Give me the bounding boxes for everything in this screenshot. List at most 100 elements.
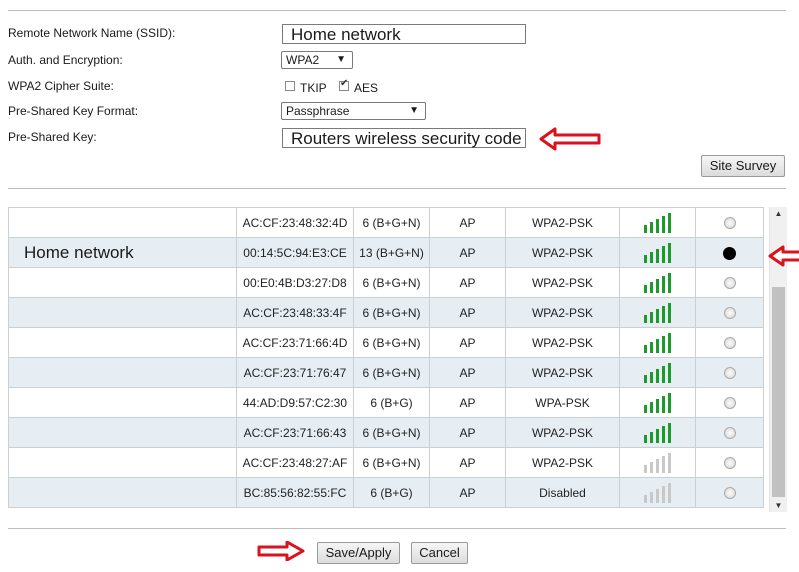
radio-button-icon[interactable] [723,457,736,470]
select-cell [695,297,764,328]
psk-format-select[interactable]: Passphrase ▼ [281,102,426,120]
select-cell [695,267,764,298]
ssid-cell [8,267,237,298]
save-apply-button[interactable]: Save/Apply [317,542,400,564]
table-row[interactable]: AC:CF:23:71:66:4D 6 (B+G+N) AP WPA2-PSK [8,327,764,358]
psk-format-label: Pre-Shared Key Format: [8,104,139,118]
select-cell [695,447,764,478]
mode-cell: AP [429,327,506,358]
signal-bar [655,398,659,413]
signal-bar [655,428,659,443]
ssid-cell [8,387,237,418]
signal-bar [667,212,671,233]
mac-cell: AC:CF:23:48:33:4F [236,297,354,328]
signal-bar [661,305,665,323]
scroll-down-icon[interactable]: ▼ [770,501,787,510]
select-cell [695,327,764,358]
signal-bars-icon [643,482,671,503]
psk-label: Pre-Shared Key: [8,130,97,144]
security-cell: WPA2-PSK [505,357,620,388]
signal-bar [643,374,647,383]
signal-bar [655,308,659,323]
signal-bar [649,461,653,473]
table-row[interactable]: 00:E0:4B:D3:27:D8 6 (B+G+N) AP WPA2-PSK [8,267,764,298]
chevron-down-icon: ▼ [336,54,346,65]
channel-cell: 6 (B+G) [353,477,430,508]
table-row[interactable]: 44:AD:D9:57:C2:30 6 (B+G) AP WPA-PSK [8,387,764,418]
signal-bar [643,254,647,263]
signal-bar [667,482,671,503]
radio-button-icon[interactable] [723,397,736,410]
psk-field[interactable]: Routers wireless security code [282,128,526,148]
mac-cell: AC:CF:23:71:66:43 [236,417,354,448]
scroll-up-icon[interactable]: ▲ [770,209,787,218]
table-row[interactable]: AC:CF:23:71:76:47 6 (B+G+N) AP WPA2-PSK [8,357,764,388]
table-row[interactable]: BC:85:56:82:55:FC 6 (B+G) AP Disabled [8,477,764,508]
cancel-button[interactable]: Cancel [411,542,468,564]
tkip-label: TKIP [300,81,327,95]
radio-button-icon[interactable] [723,307,736,320]
signal-cell [619,327,696,358]
auth-select-value: WPA2 [286,53,320,67]
ssid-field[interactable]: Home network [282,24,526,44]
table-row[interactable]: Home network 00:14:5C:94:E3:CE 13 (B+G+N) A… [8,237,764,268]
table-row[interactable]: AC:CF:23:48:27:AF 6 (B+G+N) AP WPA2-PSK [8,447,764,478]
signal-bar [643,494,647,503]
signal-bar [655,458,659,473]
signal-bar [661,425,665,443]
bottom-divider [8,528,786,529]
security-cell: WPA2-PSK [505,267,620,298]
security-cell: Disabled [505,477,620,508]
table-row[interactable]: AC:CF:23:71:66:43 6 (B+G+N) AP WPA2-PSK [8,417,764,448]
signal-bars-icon [643,212,671,233]
signal-bar [643,344,647,353]
auth-select[interactable]: WPA2 ▼ [281,51,353,69]
security-cell: WPA-PSK [505,387,620,418]
signal-bars-icon [643,362,671,383]
site-survey-button[interactable]: Site Survey [701,155,785,177]
mode-cell: AP [429,237,506,268]
red-arrow-icon [768,245,799,267]
select-cell [695,387,764,418]
mac-cell: 00:E0:4B:D3:27:D8 [236,267,354,298]
signal-cell [619,387,696,418]
aes-label: AES [354,81,379,95]
radio-button-icon[interactable] [723,277,736,290]
radio-button-icon[interactable] [723,246,736,260]
tkip-checkbox[interactable] [285,81,295,91]
signal-bar [667,332,671,353]
red-arrow-icon [539,127,601,151]
signal-bar [649,401,653,413]
select-cell [695,357,764,388]
security-cell: WPA2-PSK [505,447,620,478]
scrollbar-thumb[interactable] [772,287,785,497]
mode-cell: AP [429,357,506,388]
signal-bar [643,434,647,443]
signal-bar [661,245,665,263]
channel-cell: 6 (B+G+N) [353,327,430,358]
radio-button-icon[interactable] [723,367,736,380]
security-cell: WPA2-PSK [505,207,620,238]
ssid-cell [8,477,237,508]
signal-bars-icon [643,332,671,353]
signal-bar [649,371,653,383]
radio-button-icon[interactable] [723,427,736,440]
radio-button-icon[interactable] [723,487,736,500]
signal-bar [649,431,653,443]
channel-cell: 6 (B+G+N) [353,267,430,298]
signal-cell [619,297,696,328]
signal-cell [619,357,696,388]
channel-cell: 6 (B+G+N) [353,447,430,478]
mode-cell: AP [429,297,506,328]
signal-bar [649,311,653,323]
channel-cell: 6 (B+G) [353,387,430,418]
signal-bar [643,224,647,233]
aes-checkbox[interactable] [339,78,349,91]
signal-cell [619,447,696,478]
table-row[interactable]: AC:CF:23:48:32:4D 6 (B+G+N) AP WPA2-PSK [8,207,764,238]
radio-button-icon[interactable] [723,217,736,230]
ssid-cell [8,297,237,328]
table-row[interactable]: AC:CF:23:48:33:4F 6 (B+G+N) AP WPA2-PSK [8,297,764,328]
network-table: AC:CF:23:48:32:4D 6 (B+G+N) AP WPA2-PSK Home… [8,207,764,508]
radio-button-icon[interactable] [723,337,736,350]
